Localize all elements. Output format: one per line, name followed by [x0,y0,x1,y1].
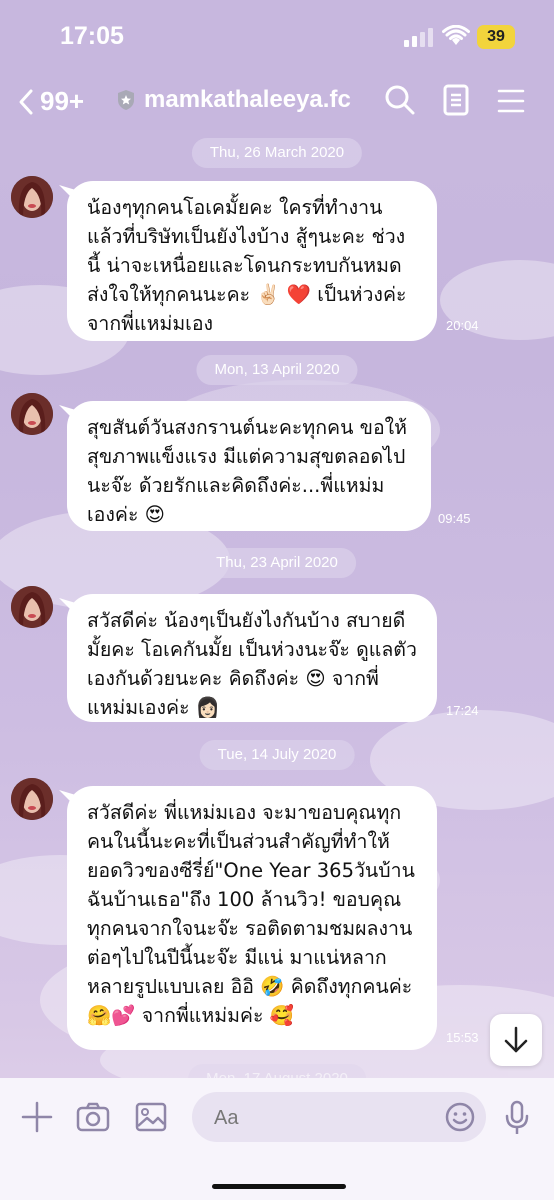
plus-icon[interactable] [20,1100,54,1134]
microphone-icon[interactable] [504,1100,530,1136]
date-separator: Mon, 13 April 2020 [196,355,358,385]
message-bubble[interactable]: สุขสันต์วันสงกรานต์นะคะทุกคน ขอให้สุขภาพ… [67,401,431,531]
composer-bar [0,1078,554,1200]
chevron-left-icon [19,89,33,114]
avatar-image [11,176,53,218]
battery-indicator: 39 [477,25,515,49]
avatar-image [11,393,53,435]
message-text: สวัสดีค่ะ พี่แหม่มเอง จะมาขอบคุณทุกคนในน… [87,801,415,1027]
message-bubble[interactable]: สวัสดีค่ะ พี่แหม่มเอง จะมาขอบคุณทุกคนในน… [67,786,437,1050]
avatar[interactable] [11,176,53,218]
chat-title-text: mamkathaleeya.fc [144,86,351,113]
message-time: 20:04 [446,318,479,333]
message-bubble[interactable]: น้องๆทุกคนโอเคมั้ยคะ ใครที่ทำงานแล้วที่บ… [67,181,437,341]
avatar-image [11,586,53,628]
emoji-icon[interactable] [444,1101,476,1133]
menu-icon[interactable] [497,84,525,118]
message-text: สุขสันต์วันสงกรานต์นะคะทุกคน ขอให้สุขภาพ… [87,416,408,526]
chat-header: 99+ mamkathaleeya.fc [0,76,554,130]
wifi-icon [442,25,470,45]
status-bar: 17:05 39 [0,0,554,76]
camera-icon[interactable] [76,1100,110,1134]
message-input-box[interactable] [192,1092,486,1144]
shield-icon [118,90,134,110]
date-separator: Tue, 14 July 2020 [199,740,355,770]
notes-icon[interactable] [443,84,469,118]
message-text: สวัสดีค่ะ น้องๆเป็นยังไงกันบ้าง สบายดีมั… [87,609,417,719]
image-icon[interactable] [134,1100,168,1134]
avatar[interactable] [11,778,53,820]
unread-count: 99+ [40,86,85,116]
status-time: 17:05 [60,22,124,50]
avatar[interactable] [11,393,53,435]
date-separator: Thu, 23 April 2020 [198,548,356,578]
back-button[interactable]: 99+ [18,86,84,117]
arrow-down-icon [504,1026,528,1053]
message-time: 09:45 [438,511,471,526]
search-icon[interactable] [384,84,416,118]
chat-title[interactable]: mamkathaleeya.fc [116,86,351,114]
avatar-image [11,778,53,820]
scroll-to-bottom-button[interactable] [490,1014,542,1066]
message-time: 15:53 [446,1030,479,1045]
date-separator: Thu, 26 March 2020 [191,138,363,168]
cellular-signal-icon [404,28,433,47]
message-time: 17:24 [446,703,479,718]
message-text: น้องๆทุกคนโอเคมั้ยคะ ใครที่ทำงานแล้วที่บ… [87,196,407,335]
home-indicator [212,1184,346,1189]
message-bubble[interactable]: สวัสดีค่ะ น้องๆเป็นยังไงกันบ้าง สบายดีมั… [67,594,437,722]
avatar[interactable] [11,586,53,628]
message-input[interactable] [212,1092,426,1144]
